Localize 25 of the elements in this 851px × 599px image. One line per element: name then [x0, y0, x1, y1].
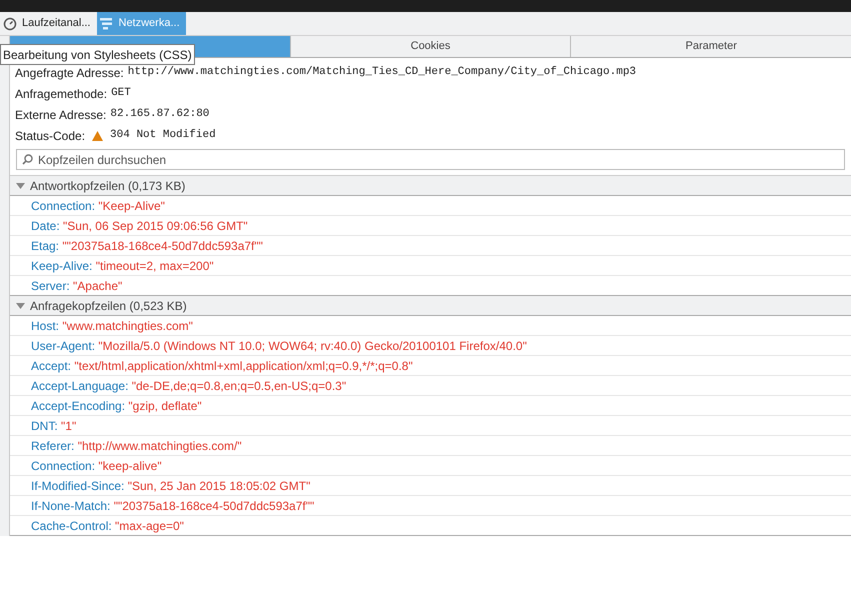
- summary-label: Externe Adresse:: [15, 106, 106, 124]
- header-entry: Date: "Sun, 06 Sep 2015 09:06:56 GMT": [31, 218, 248, 234]
- header-entry: Server: "Apache": [31, 278, 122, 294]
- summary-label: Anfragemethode:: [15, 86, 108, 102]
- header-entry: Connection: "keep-alive": [31, 458, 162, 474]
- header-entry: Etag: ""20375a18-168ce4-50d7ddc593a7f"": [31, 238, 263, 254]
- summary-value: http://www.matchingties.com/Matching_Ties_CD_Here_Company/City_of_Chicago.mp3: [128, 65, 636, 80]
- header-entry: Referer: "http://www.matchingties.com/": [31, 438, 242, 454]
- header-entry: Connection: "Keep-Alive": [31, 198, 165, 214]
- header-entry: Keep-Alive: "timeout=2, max=200": [31, 258, 214, 274]
- tooltip: Bearbeitung von Stylesheets (CSS): [0, 44, 195, 65]
- header-entry: Cache-Control: "max-age=0": [31, 518, 184, 534]
- summary-value: GET: [111, 86, 131, 102]
- header-entry: If-Modified-Since: "Sun, 25 Jan 2015 18:05:02 GMT": [31, 478, 310, 494]
- header-entry: User-Agent: "Mozilla/5.0 (Windows NT 10.0; WOW64; rv:40.0) Gecko/20100101 Firefox/40.0": [31, 338, 527, 354]
- header-entry: If-None-Match: ""20375a18-168ce4-50d7ddc593a7f"": [31, 498, 314, 514]
- header-entry: DNT: "1": [31, 418, 76, 434]
- header-entry: Accept: "text/html,application/xhtml+xml,application/xml;q=0.9,*/*;q=0.8": [31, 358, 413, 374]
- summary-label: Angefragte Adresse:: [15, 64, 124, 82]
- summary-label: Status-Code:: [15, 128, 86, 144]
- summary-value: 304 Not Modified: [110, 128, 216, 144]
- header-entry: Accept-Language: "de-DE,de;q=0.8,en;q=0.5,en-US;q=0.3": [31, 378, 346, 394]
- summary-value: 82.165.87.62:80: [110, 107, 210, 122]
- header-entry: Accept-Encoding: "gzip, deflate": [31, 398, 202, 414]
- header-entry: Host: "www.matchingties.com": [31, 318, 193, 334]
